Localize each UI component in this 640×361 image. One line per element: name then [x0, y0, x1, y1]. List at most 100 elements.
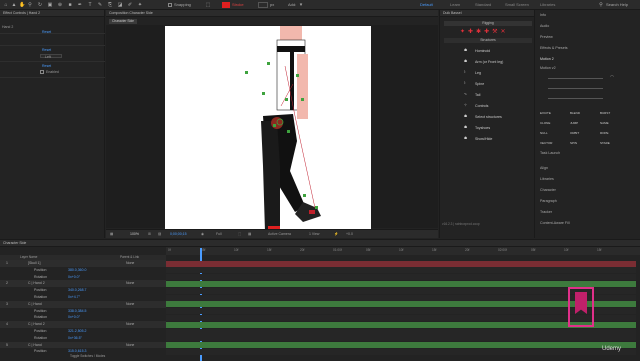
- duik-btn-showhide[interactable]: Show/Hide: [475, 137, 492, 141]
- duik-section-tab[interactable]: Rigging: [444, 21, 532, 26]
- workspace-libraries[interactable]: Libraries: [540, 2, 555, 8]
- composition-canvas[interactable]: [165, 26, 371, 232]
- side-dropdown[interactable]: Left: [40, 54, 62, 59]
- motion-btn-orbit[interactable]: ORBIT: [570, 131, 579, 135]
- fit-icon[interactable]: ⊞: [148, 232, 151, 236]
- property-track[interactable]: [166, 328, 636, 335]
- snapshot-icon[interactable]: ◉: [201, 232, 204, 236]
- transparency-icon[interactable]: ▨: [158, 232, 161, 236]
- composition-tab[interactable]: Composition Character Side: [109, 11, 153, 15]
- property-track[interactable]: [166, 287, 636, 294]
- exposure-value[interactable]: +0.0: [346, 232, 353, 236]
- duik-btn-hominoid[interactable]: Hominoid: [475, 49, 490, 53]
- search-icon[interactable]: ⚲: [598, 2, 604, 8]
- rig-controller[interactable]: [296, 74, 299, 77]
- home-icon[interactable]: ⌂: [3, 2, 9, 8]
- panel-preview[interactable]: Preview: [540, 35, 553, 39]
- motion-panel-title[interactable]: Motion 2: [540, 57, 554, 61]
- layer-duration-bar[interactable]: [166, 280, 636, 287]
- duik-rig-icons[interactable]: ✦✚✱✚⚒✕: [460, 28, 530, 36]
- panel-character[interactable]: Character: [540, 188, 556, 192]
- add-chevron-icon[interactable]: ▾: [298, 2, 304, 8]
- selection-tool-icon[interactable]: ▲: [11, 2, 17, 8]
- timeline-tab[interactable]: Character Side: [3, 241, 26, 245]
- motion-btn-jump[interactable]: JUMP: [570, 121, 578, 125]
- search-help-field[interactable]: Search Help: [606, 2, 628, 8]
- pan-behind-tool-icon[interactable]: ⊕: [57, 2, 63, 8]
- workspace-standard[interactable]: Standard: [475, 2, 491, 8]
- motion-btn-rope[interactable]: ROPE: [600, 131, 609, 135]
- property-track[interactable]: [166, 335, 636, 342]
- enabled-checkbox[interactable]: [40, 70, 44, 74]
- layer-duration-bar[interactable]: [166, 301, 636, 308]
- brush-tool-icon[interactable]: ✎: [97, 2, 103, 8]
- duik-btn-spine[interactable]: Spine: [475, 82, 484, 86]
- stroke-width-field[interactable]: [258, 2, 268, 8]
- camera-tool-icon[interactable]: ▣: [47, 2, 53, 8]
- property-track[interactable]: [166, 308, 636, 315]
- panel-info[interactable]: Info: [540, 13, 546, 17]
- property-track[interactable]: [166, 267, 636, 274]
- motion-btn-clone[interactable]: CLONE: [540, 121, 550, 125]
- layer-name[interactable]: Position: [34, 348, 46, 355]
- pen-tool-icon[interactable]: ✒: [77, 2, 83, 8]
- motion-btn-spin[interactable]: SPIN: [570, 141, 577, 145]
- duik-btn-arm[interactable]: Arm (or Front leg): [475, 60, 503, 64]
- property-track[interactable]: [166, 348, 636, 355]
- panel-align[interactable]: Align: [540, 166, 548, 170]
- rig-controller[interactable]: [315, 206, 318, 209]
- snapping-checkbox[interactable]: [168, 3, 172, 7]
- rotate-tool-icon[interactable]: ↻: [37, 2, 43, 8]
- motion-slider-track[interactable]: [548, 78, 603, 79]
- fill-icon[interactable]: ⬚: [205, 2, 211, 8]
- grid-icon[interactable]: ▦: [110, 232, 113, 236]
- rig-controller[interactable]: [303, 194, 306, 197]
- roto-brush-icon[interactable]: ✐: [127, 2, 133, 8]
- workspace-small-screen[interactable]: Small Screen: [505, 2, 529, 8]
- motion-btn-name[interactable]: NAME: [600, 121, 609, 125]
- property-track[interactable]: [166, 314, 636, 321]
- panel-content-aware-fill[interactable]: Content-Aware Fill: [540, 221, 570, 225]
- zoom-tool-icon[interactable]: ⚲: [27, 2, 33, 8]
- motion-slider-track[interactable]: [548, 88, 603, 89]
- duik-btn-select[interactable]: Select structures: [475, 115, 502, 119]
- layer-duration-bar[interactable]: [166, 321, 636, 328]
- fast-preview-icon[interactable]: ⚡: [334, 232, 338, 236]
- task-launch-dropdown[interactable]: Task Launch: [540, 151, 560, 155]
- eraser-tool-icon[interactable]: ◪: [117, 2, 123, 8]
- toggle-transparency-icon[interactable]: ▩: [248, 232, 251, 236]
- layer-duration-bar[interactable]: [166, 260, 636, 267]
- property-track[interactable]: [166, 274, 636, 281]
- rig-controller[interactable]: [262, 92, 265, 95]
- region-icon[interactable]: ⬚: [238, 232, 241, 236]
- layer-duration-bar[interactable]: [166, 342, 636, 349]
- duik-btn-leg[interactable]: Leg: [475, 71, 481, 75]
- type-tool-icon[interactable]: T: [87, 2, 93, 8]
- quality-dropdown[interactable]: Full: [216, 232, 222, 236]
- add-label[interactable]: Add:: [288, 2, 296, 8]
- rig-controller[interactable]: [287, 130, 290, 133]
- puppet-tool-icon[interactable]: ✦: [137, 2, 143, 8]
- motion-btn-blend[interactable]: BLEND: [570, 111, 580, 115]
- motion-btn-vector[interactable]: VECTOR: [540, 141, 552, 145]
- workspace-default[interactable]: Default: [420, 2, 433, 8]
- duik-btn-toyshoes[interactable]: Toyshoes: [475, 126, 490, 130]
- zoom-dropdown[interactable]: 100%: [130, 232, 139, 236]
- composition-flow-tab[interactable]: Character Side: [109, 19, 137, 24]
- reset-link-3[interactable]: Reset: [42, 64, 51, 68]
- motion-btn-excite[interactable]: EXCITE: [540, 111, 551, 115]
- motion-btn-burst[interactable]: BURST: [600, 111, 610, 115]
- panel-effects-presets[interactable]: Effects & Presets: [540, 46, 568, 50]
- panel-audio[interactable]: Audio: [540, 24, 549, 28]
- duik-btn-tail[interactable]: Tail: [475, 93, 480, 97]
- motion-btn-null[interactable]: NULL: [540, 131, 548, 135]
- panel-libraries[interactable]: Libraries: [540, 177, 554, 181]
- rig-controller[interactable]: [301, 98, 304, 101]
- duik-btn-controls[interactable]: Controls: [475, 104, 488, 108]
- rig-controller[interactable]: [285, 98, 288, 101]
- workspace-learn[interactable]: Learn: [450, 2, 460, 8]
- stroke-label[interactable]: Stroke: [232, 2, 244, 8]
- current-time[interactable]: 0;00;00;15: [170, 232, 187, 236]
- reset-link-2[interactable]: Reset: [42, 48, 51, 52]
- motion-slider-track[interactable]: [548, 98, 603, 99]
